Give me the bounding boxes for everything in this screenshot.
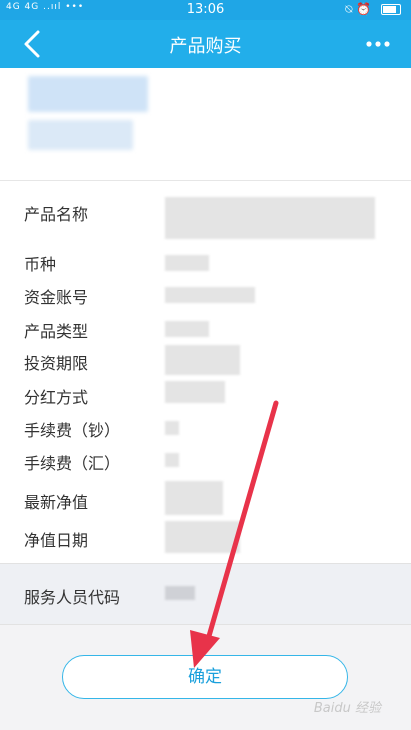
product-name-redacted [28, 76, 148, 112]
detail-label: 手续费（汇） [24, 454, 121, 473]
more-dots-icon [366, 41, 390, 47]
detail-label: 净值日期 [24, 531, 89, 550]
detail-value-redacted [165, 345, 240, 375]
detail-value-redacted [165, 421, 179, 435]
detail-label: 手续费（钞） [24, 421, 121, 440]
detail-value-redacted [165, 521, 240, 553]
product-details: 产品名称 币种 资金账号 产品类型 投资期限 分红方式 手续费（钞） 手续费（汇… [0, 180, 411, 564]
detail-value-redacted [165, 255, 209, 271]
detail-value-redacted [165, 321, 209, 337]
nav-bar: 产品购买 [0, 20, 411, 68]
product-summary-card [0, 68, 411, 180]
product-amount-redacted [28, 120, 133, 150]
detail-label: 最新净值 [24, 493, 89, 512]
status-icons: ⍉ ⏰ [345, 2, 401, 17]
detail-value-redacted [165, 481, 223, 515]
service-code-value-redacted [165, 586, 195, 600]
detail-value-redacted [165, 453, 179, 467]
battery-icon [381, 4, 401, 15]
detail-label: 分红方式 [24, 388, 89, 407]
detail-value-redacted [165, 287, 255, 303]
more-button[interactable] [365, 34, 391, 54]
confirm-button[interactable]: 确定 [62, 655, 348, 699]
detail-value-redacted [165, 197, 375, 239]
status-bar: 4G 4G ..ııl ••• 13:06 ⍉ ⏰ [0, 0, 411, 20]
alarm-icon: ⏰ [356, 2, 372, 16]
service-code-row[interactable]: 服务人员代码 [0, 563, 411, 625]
alarm-off-icon: ⍉ [345, 2, 353, 16]
detail-label: 投资期限 [24, 354, 89, 373]
detail-value-redacted [165, 381, 225, 403]
page-title: 产品购买 [169, 36, 242, 57]
detail-label: 币种 [24, 255, 57, 274]
service-code-label: 服务人员代码 [24, 588, 121, 607]
detail-label: 资金账号 [24, 288, 89, 307]
detail-label: 产品类型 [24, 322, 89, 341]
baidu-watermark-logo: Baidu 经验 [313, 701, 381, 716]
detail-label: 产品名称 [24, 205, 89, 224]
